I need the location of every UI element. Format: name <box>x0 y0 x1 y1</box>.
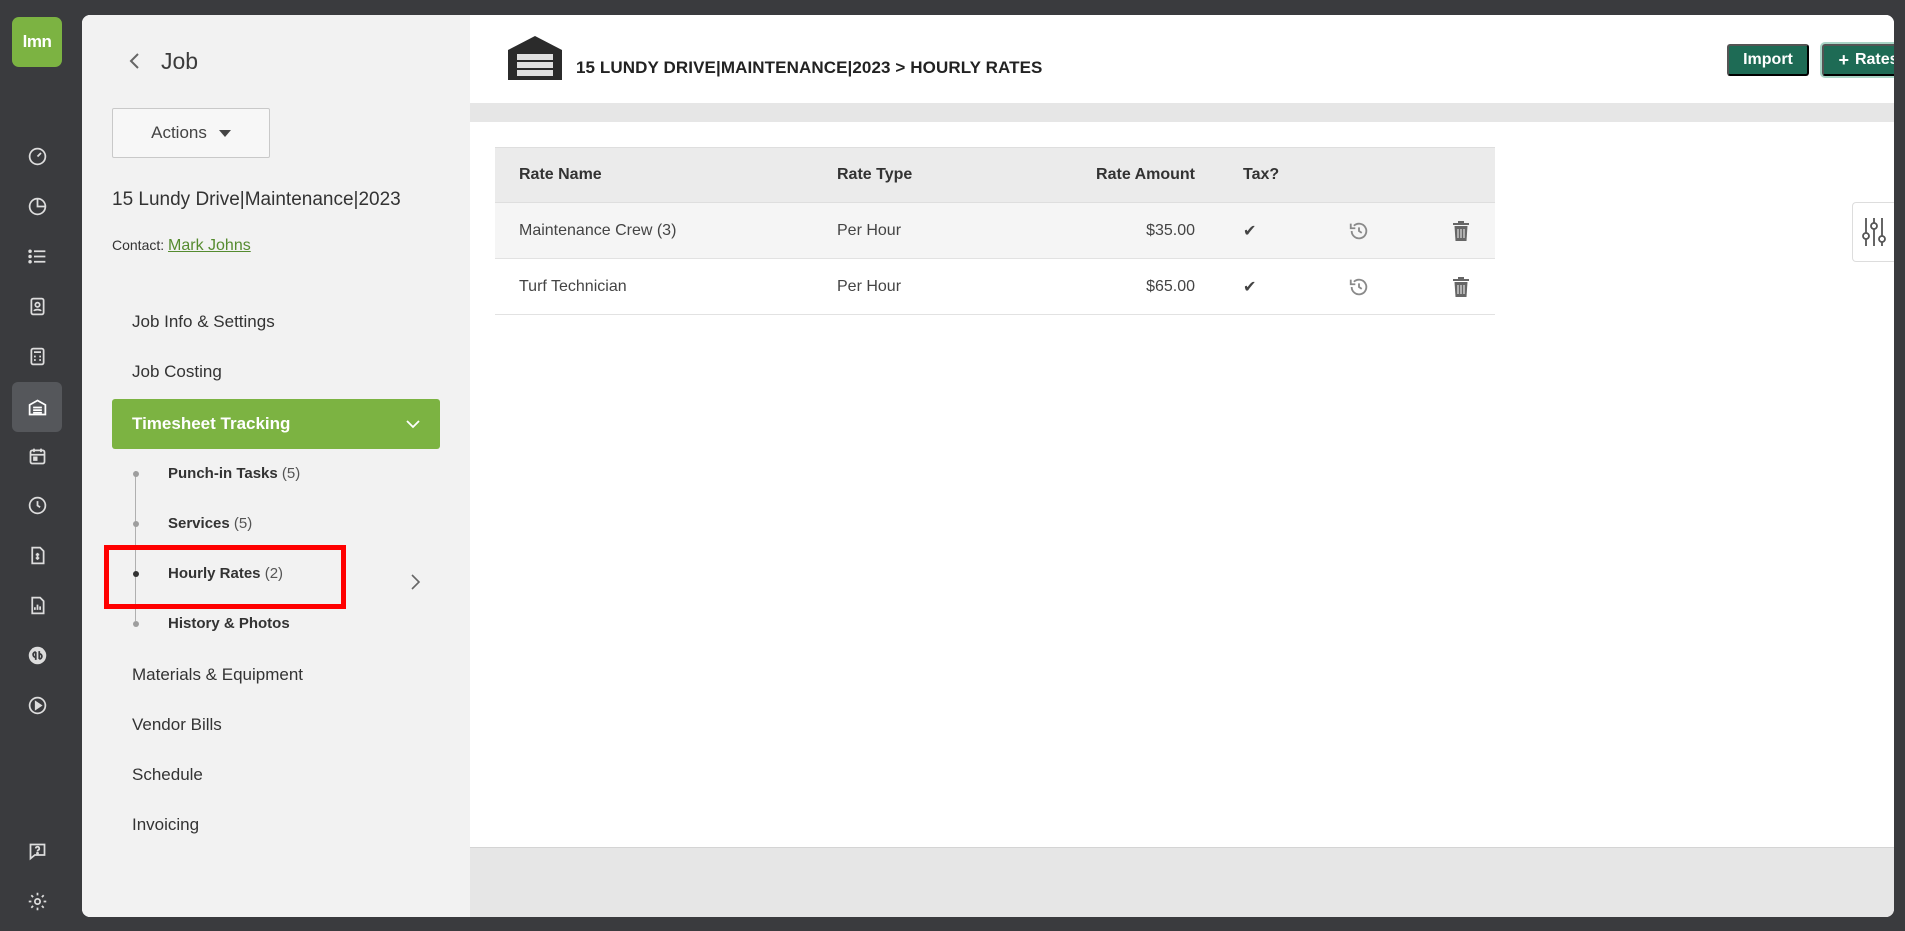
table-row[interactable]: Maintenance Crew (3) Per Hour $35.00 ✔ <box>495 203 1495 259</box>
contact-line: Contact: Mark Johns <box>112 237 251 255</box>
logo-text: lmn <box>22 32 52 51</box>
dashboard-icon[interactable] <box>12 131 62 181</box>
subnav-dot <box>133 521 139 527</box>
clock-icon[interactable] <box>12 480 62 530</box>
app-rail: lmn <box>0 0 74 931</box>
subnav-label: Services <box>168 515 230 532</box>
subnav-count: (5) <box>281 465 301 482</box>
breadcrumb: 15 LUNDY DRIVE|MAINTENANCE|2023 > HOURLY… <box>576 58 1043 77</box>
rates-label: Rates <box>1854 51 1894 68</box>
import-label: Import <box>1743 51 1793 68</box>
nav-materials-equipment[interactable]: Materials & Equipment <box>132 665 303 685</box>
nav-invoicing[interactable]: Invoicing <box>132 815 199 835</box>
job-name: 15 Lundy Drive|Maintenance|2023 <box>112 189 401 210</box>
subnav-services[interactable]: Services (5) <box>168 515 252 532</box>
filter-sliders-icon[interactable] <box>1852 202 1894 262</box>
tax-check-icon: ✔ <box>1243 278 1257 296</box>
nav-vendor-bills[interactable]: Vendor Bills <box>132 715 222 735</box>
nav-job-costing[interactable]: Job Costing <box>132 362 222 382</box>
content-header: 15 LUNDY DRIVE|MAINTENANCE|2023 > HOURLY… <box>470 15 1894 103</box>
lmn-logo[interactable]: lmn <box>12 17 62 67</box>
back-chevron-icon[interactable] <box>122 49 146 73</box>
tax-check-icon: ✔ <box>1243 222 1257 240</box>
add-rates-button[interactable]: + Rates <box>1822 44 1894 76</box>
subnav-history-photos[interactable]: History & Photos <box>168 615 290 632</box>
subnav-dot <box>133 621 139 627</box>
history-icon[interactable] <box>1348 203 1370 258</box>
chevron-down-icon <box>404 415 422 438</box>
quickbooks-icon[interactable] <box>12 630 62 680</box>
help-icon[interactable] <box>12 826 62 876</box>
subnav-label: History & Photos <box>168 615 290 632</box>
app-window: Job Actions 15 Lundy Drive|Maintenance|2… <box>82 15 1894 917</box>
rate-name: Turf Technician <box>519 277 627 295</box>
contact-link[interactable]: Mark Johns <box>168 237 251 254</box>
calendar-icon[interactable] <box>12 431 62 481</box>
nav-schedule[interactable]: Schedule <box>132 765 203 785</box>
nav-job-info[interactable]: Job Info & Settings <box>132 312 275 332</box>
footer-bar <box>470 847 1894 917</box>
rate-amount: $65.00 <box>1146 277 1195 295</box>
garage-icon[interactable] <box>12 382 62 432</box>
table-row[interactable]: Turf Technician Per Hour $65.00 ✔ <box>495 259 1495 315</box>
header-divider <box>470 103 1894 122</box>
subnav-dot <box>133 471 139 477</box>
chart-icon[interactable] <box>12 181 62 231</box>
history-icon[interactable] <box>1348 259 1370 314</box>
report-icon[interactable] <box>12 580 62 630</box>
page-title: Job <box>161 48 199 74</box>
caret-down-icon <box>218 129 231 137</box>
settings-icon[interactable] <box>12 876 62 926</box>
rate-amount: $35.00 <box>1146 221 1195 239</box>
import-button[interactable]: Import <box>1727 44 1809 76</box>
rate-name: Maintenance Crew (3) <box>519 221 677 239</box>
rates-table: Rate Name Rate Type Rate Amount Tax? Mai… <box>495 147 1495 315</box>
job-sidebar: Job Actions 15 Lundy Drive|Maintenance|2… <box>82 15 470 917</box>
col-tax[interactable]: Tax? <box>1243 148 1279 202</box>
actions-dropdown[interactable]: Actions <box>112 108 270 158</box>
nav-timesheet-tracking[interactable]: Timesheet Tracking <box>112 399 440 449</box>
subnav-label: Punch-in Tasks <box>168 465 278 482</box>
play-icon[interactable] <box>12 680 62 730</box>
subnav-count: (5) <box>233 515 253 532</box>
col-rate-name[interactable]: Rate Name <box>519 148 602 202</box>
trash-icon[interactable] <box>1451 203 1471 258</box>
rate-type: Per Hour <box>837 221 902 239</box>
garage-icon <box>506 34 564 85</box>
list-icon[interactable] <box>12 231 62 281</box>
actions-label: Actions <box>151 123 207 142</box>
invoice-icon[interactable] <box>12 530 62 580</box>
trash-icon[interactable] <box>1451 259 1471 314</box>
calculator-icon[interactable] <box>12 331 62 381</box>
subnav-punch-in-tasks[interactable]: Punch-in Tasks (5) <box>168 465 300 482</box>
nav-timesheet-label: Timesheet Tracking <box>132 414 291 433</box>
highlight-box <box>104 545 346 609</box>
contacts-icon[interactable] <box>12 281 62 331</box>
plus-icon: + <box>1838 49 1849 70</box>
col-rate-amount[interactable]: Rate Amount <box>1096 148 1195 202</box>
chevron-right-icon <box>409 573 421 596</box>
rate-type: Per Hour <box>837 277 902 295</box>
contact-label: Contact: <box>112 237 165 253</box>
col-rate-type[interactable]: Rate Type <box>837 148 912 202</box>
table-header: Rate Name Rate Type Rate Amount Tax? <box>495 147 1495 203</box>
